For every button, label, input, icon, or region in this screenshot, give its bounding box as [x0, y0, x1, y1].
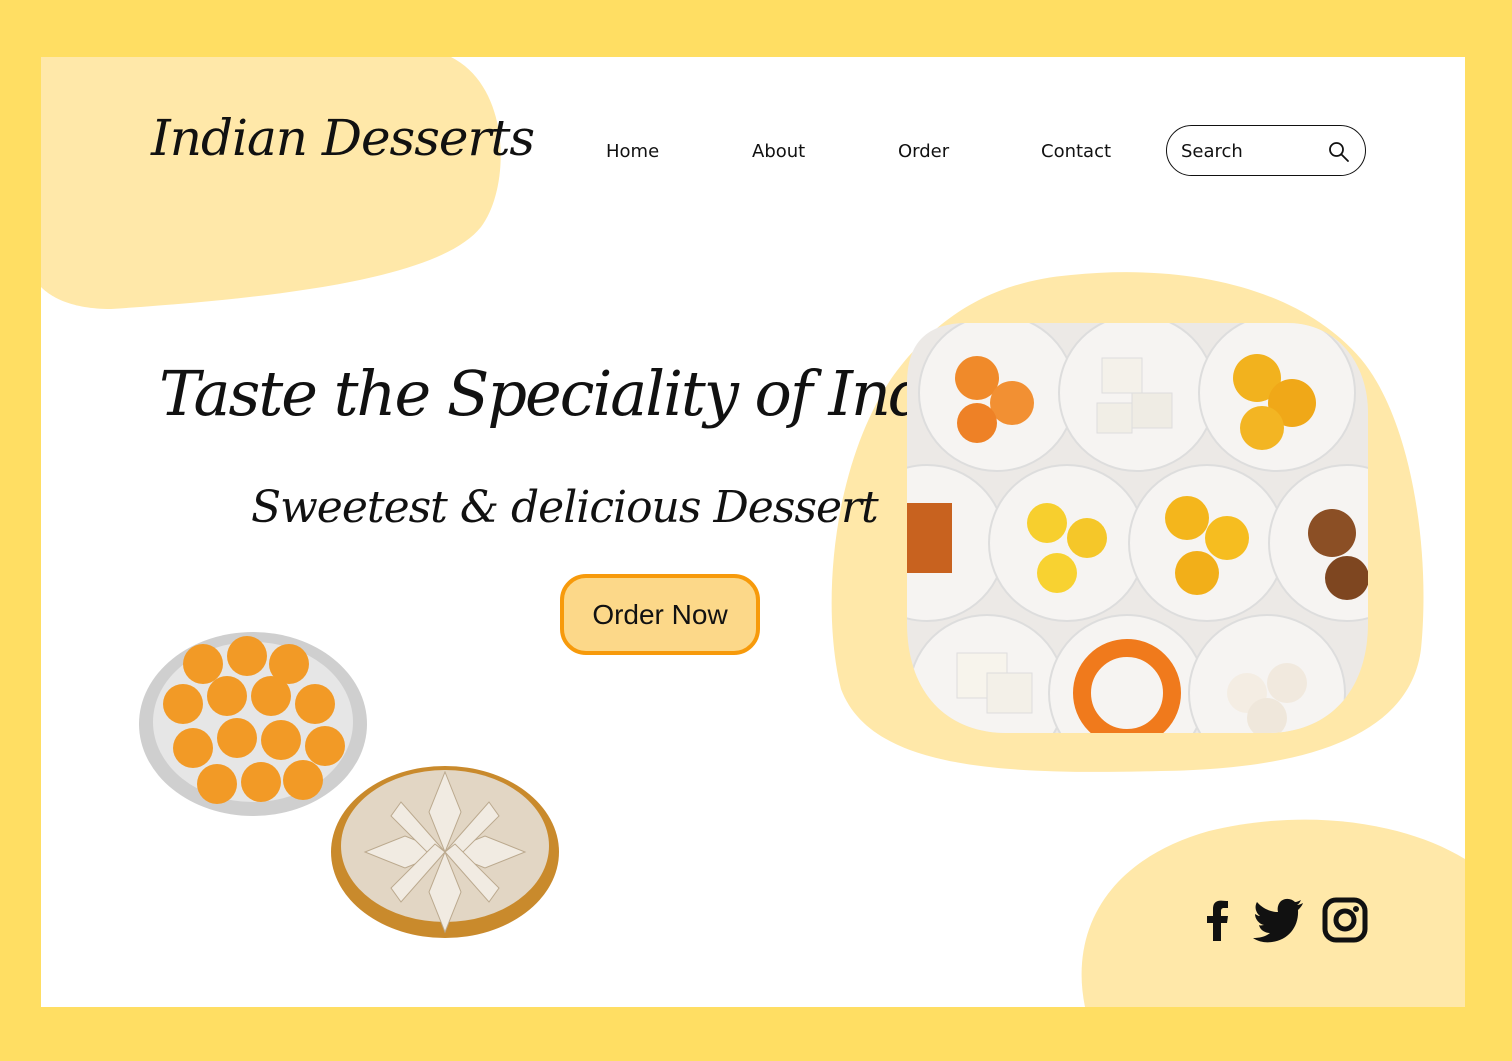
- search-icon[interactable]: [1327, 140, 1351, 164]
- nav-order[interactable]: Order: [898, 141, 949, 162]
- nav-home[interactable]: Home: [606, 141, 659, 162]
- page-frame: Indian Desserts Home About Order Contact…: [41, 57, 1465, 1007]
- search-input[interactable]: [1181, 140, 1321, 162]
- order-now-button[interactable]: Order Now: [560, 574, 760, 655]
- nav-about[interactable]: About: [752, 141, 805, 162]
- instagram-icon[interactable]: [1322, 897, 1368, 943]
- twitter-icon[interactable]: [1251, 897, 1305, 943]
- logo[interactable]: Indian Desserts: [151, 109, 535, 189]
- kaju-katli-plate-image: [331, 766, 559, 938]
- search-box[interactable]: [1166, 125, 1366, 176]
- hero-subheadline: Sweetest & delicious Dessert: [251, 482, 879, 533]
- nav-contact[interactable]: Contact: [1041, 141, 1111, 162]
- hero-headline: Taste the Speciality of India: [159, 357, 981, 430]
- facebook-icon[interactable]: [1195, 897, 1241, 943]
- hero-sweets-image: [907, 323, 1368, 733]
